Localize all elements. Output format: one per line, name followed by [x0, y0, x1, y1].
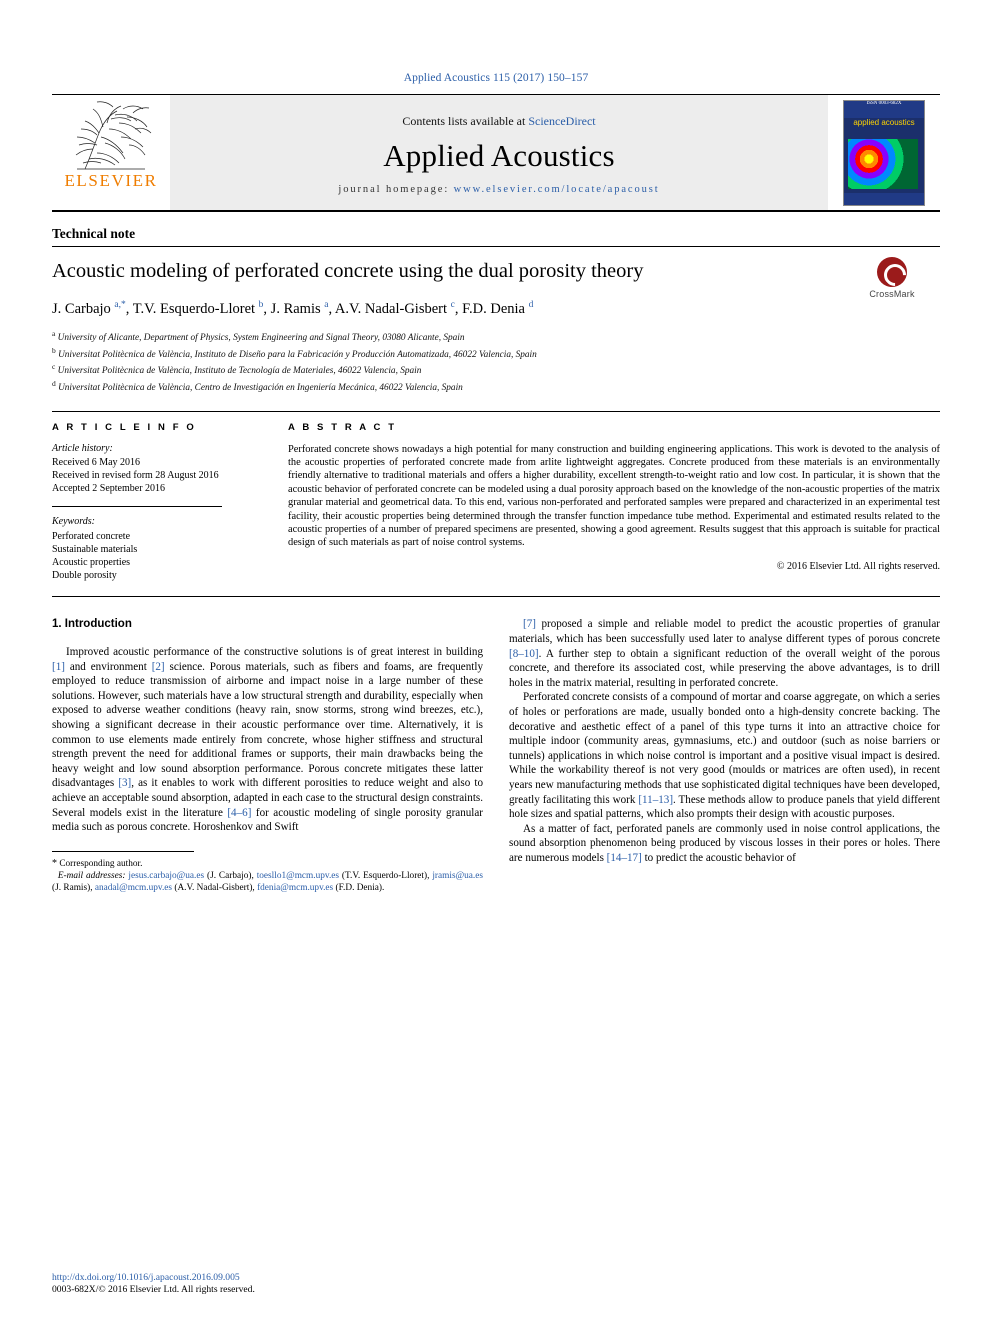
- reference-link[interactable]: [4–6]: [227, 807, 251, 819]
- title-block: Acoustic modeling of perforated concrete…: [52, 257, 940, 395]
- corresponding-mark: *: [52, 857, 57, 869]
- author-list: J. Carbajo a,*, T.V. Esquerdo-Lloret b, …: [52, 300, 534, 317]
- reference-link[interactable]: [3]: [118, 777, 131, 789]
- history-item: Received 6 May 2016: [52, 456, 141, 468]
- cover-title: applied acoustics: [853, 117, 915, 127]
- keyword-item: Sustainable materials: [52, 543, 138, 555]
- email-link[interactable]: jesus.carbajo@ua.es: [128, 871, 204, 881]
- keyword-item: Perforated concrete: [52, 530, 131, 542]
- journal-title: Applied Acoustics: [383, 138, 615, 173]
- email-link[interactable]: anadal@mcm.upv.es: [95, 883, 172, 893]
- journal-masthead: ELSEVIER Contents lists available at Sci…: [52, 94, 940, 212]
- cover-top-band: ISSN 0003-682X: [844, 100, 924, 118]
- history-item: Accepted 2 September 2016: [52, 482, 166, 494]
- email-link[interactable]: fdenia@mcm.upv.es: [257, 883, 333, 893]
- body-column-right: [7] proposed a simple and reliable model…: [509, 617, 940, 894]
- affiliation-item: d Universitat Politècnica de València, C…: [52, 378, 463, 393]
- abstract-column: A B S T R A C T Perforated concrete show…: [288, 422, 940, 583]
- email-link[interactable]: jramis@ua.es: [432, 871, 483, 881]
- issn-copyright: 0003-682X/© 2016 Elsevier Ltd. All right…: [52, 1284, 255, 1296]
- crossmark-badge[interactable]: CrossMark: [844, 257, 940, 303]
- reference-link[interactable]: [2]: [152, 661, 165, 673]
- paragraph: Perforated concrete consists of a compou…: [509, 691, 940, 821]
- affiliation-item: b Universitat Politècnica de València, I…: [52, 345, 537, 360]
- cover-artwork: [848, 138, 918, 189]
- article-page: Applied Acoustics 115 (2017) 150–157 ELS…: [0, 0, 992, 1323]
- abstract-copyright: © 2016 Elsevier Ltd. All rights reserved…: [776, 560, 940, 572]
- elsevier-wordmark: ELSEVIER: [64, 171, 158, 190]
- contents-prefix: Contents lists available at: [402, 114, 529, 128]
- history-item: Received in revised form 28 August 2016: [52, 469, 219, 481]
- email-link[interactable]: toesllo1@mcm.upv.es: [257, 871, 339, 881]
- email-addresses-note: E-mail addresses: jesus.carbajo@ua.es (J…: [52, 870, 483, 894]
- affiliation-item: c Universitat Politècnica de València, I…: [52, 362, 422, 377]
- keywords-label: Keywords:: [52, 515, 95, 527]
- article-info-heading: A R T I C L E I N F O: [52, 421, 197, 433]
- homepage-url[interactable]: www.elsevier.com/locate/apacoust: [454, 184, 660, 195]
- contents-available-line: Contents lists available at ScienceDirec…: [402, 114, 595, 129]
- homepage-prefix: journal homepage:: [338, 184, 454, 195]
- reference-link[interactable]: [1]: [52, 661, 65, 673]
- article-history-list: Received 6 May 2016 Received in revised f…: [52, 456, 264, 495]
- email-label: E-mail addresses:: [57, 870, 126, 881]
- reference-link[interactable]: [11–13]: [638, 794, 673, 806]
- corresponding-author-note: * Corresponding author.: [52, 857, 143, 869]
- elsevier-tree-icon: [75, 101, 152, 170]
- affiliation-item: a University of Alicante, Department of …: [52, 328, 465, 343]
- section-heading-introduction: 1. Introduction: [52, 618, 132, 631]
- article-type: Technical note: [52, 226, 940, 247]
- reference-link[interactable]: [8–10]: [509, 648, 539, 660]
- info-divider: [52, 505, 222, 507]
- journal-cover-thumbnail: ISSN 0003-682X applied acoustics: [843, 99, 925, 206]
- article-history-label: Article history:: [52, 442, 113, 454]
- page-title: Acoustic modeling of perforated concrete…: [52, 260, 644, 282]
- body-left-paragraphs: Improved acoustic performance of the con…: [52, 645, 483, 835]
- reference-link[interactable]: [7]: [523, 618, 536, 630]
- affiliation-list: a University of Alicante, Department of …: [52, 328, 940, 395]
- paragraph: [7] proposed a simple and reliable model…: [509, 618, 940, 689]
- footnote-block: * Corresponding author. E-mail addresses…: [52, 850, 483, 895]
- journal-homepage-line: journal homepage: www.elsevier.com/locat…: [338, 184, 659, 195]
- masthead-center: Contents lists available at ScienceDirec…: [170, 95, 828, 210]
- masthead-right: ISSN 0003-682X applied acoustics: [828, 95, 940, 210]
- abstract-heading: A B S T R A C T: [288, 421, 397, 433]
- crossmark-label: CrossMark: [869, 289, 915, 299]
- journal-reference: Applied Acoustics 115 (2017) 150–157: [403, 72, 589, 84]
- keywords-list: Perforated concrete Sustainable materials…: [52, 530, 264, 583]
- article-info-column: A R T I C L E I N F O Article history: R…: [52, 422, 288, 583]
- page-footer: http://dx.doi.org/10.1016/j.apacoust.201…: [52, 1272, 255, 1297]
- footnote-divider: [52, 850, 194, 852]
- crossmark-icon: [877, 257, 907, 287]
- info-abstract-band: A R T I C L E I N F O Article history: R…: [52, 410, 940, 598]
- body-column-left: 1. Introduction Improved acoustic perfor…: [52, 617, 483, 894]
- paragraph: As a matter of fact, perforated panels a…: [509, 822, 940, 864]
- reference-link[interactable]: [14–17]: [607, 852, 642, 864]
- body-right-paragraphs: [7] proposed a simple and reliable model…: [509, 617, 940, 865]
- doi-link[interactable]: http://dx.doi.org/10.1016/j.apacoust.201…: [52, 1272, 255, 1285]
- cover-bottom-band: [844, 192, 924, 205]
- keyword-item: Double porosity: [52, 570, 117, 582]
- abstract-text: Perforated concrete shows nowadays a hig…: [288, 443, 940, 549]
- sciencedirect-link[interactable]: ScienceDirect: [528, 114, 595, 128]
- body-columns: 1. Introduction Improved acoustic perfor…: [52, 617, 940, 894]
- paragraph: Improved acoustic performance of the con…: [52, 645, 483, 834]
- publisher-logo: ELSEVIER: [52, 95, 170, 210]
- keyword-item: Acoustic properties: [52, 556, 131, 568]
